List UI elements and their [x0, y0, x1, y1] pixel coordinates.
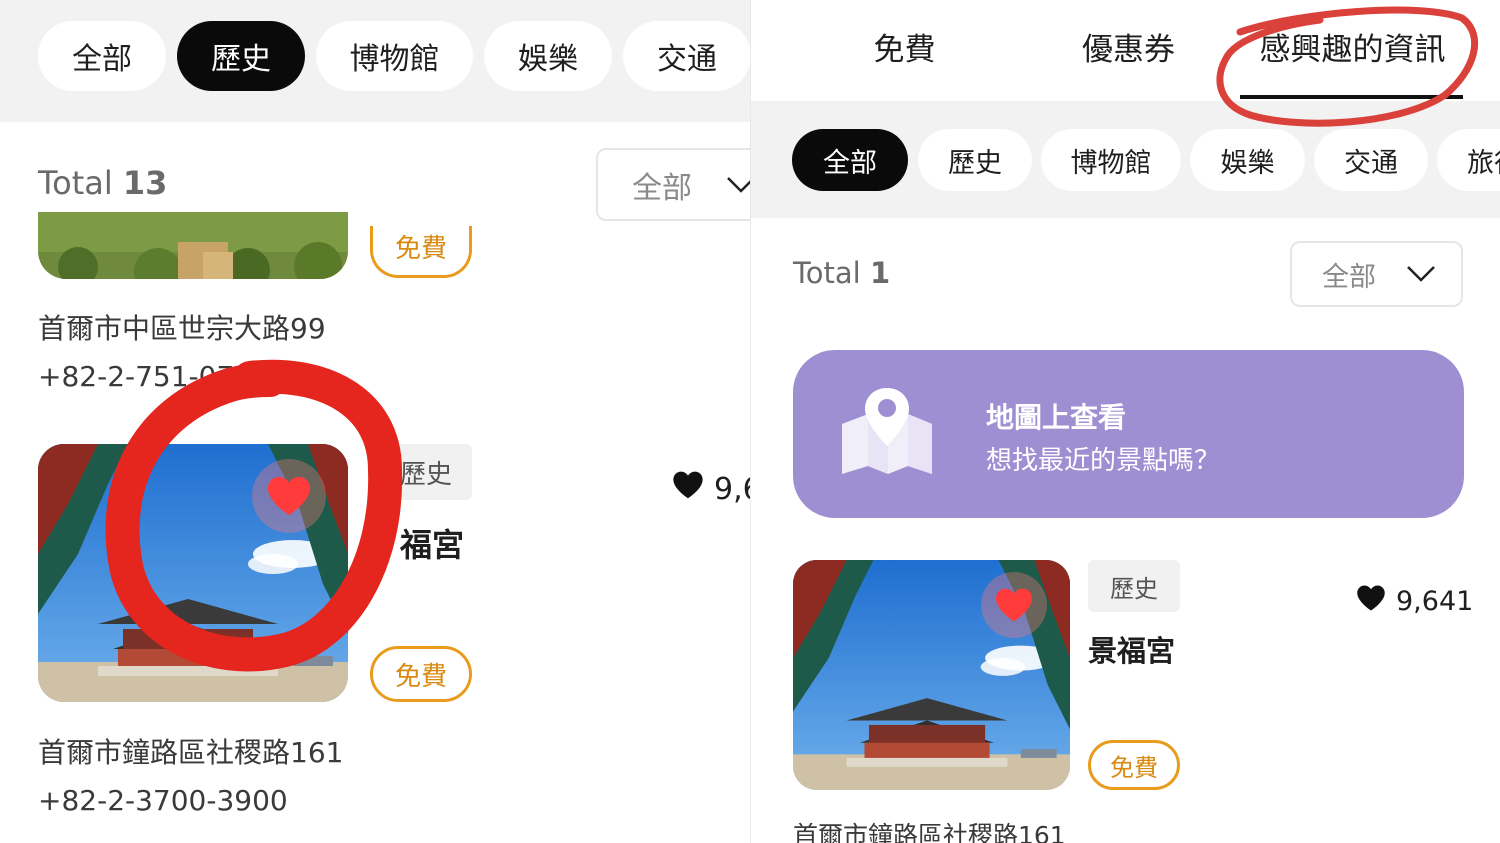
place-address: 首爾市鐘路區社稷路161: [793, 821, 1066, 843]
heart-icon: [1356, 584, 1386, 619]
map-pin-icon: [838, 384, 936, 476]
category-pill-all[interactable]: 全部: [792, 129, 908, 191]
category-bar: 全部 歷史 博物館 娛樂 交通: [0, 0, 750, 122]
place-address: 首爾市鐘路區社稷路161: [38, 736, 344, 769]
category-pill-transport[interactable]: 交通: [1314, 129, 1428, 191]
like-count[interactable]: 9,6: [672, 470, 750, 508]
category-bar: 全部 歷史 博物館 娛樂 交通 旅行: [751, 101, 1500, 218]
like-count[interactable]: 9,641: [1356, 584, 1473, 619]
category-pill-entertainment[interactable]: 娛樂: [484, 21, 612, 91]
free-tag: 免費: [1088, 740, 1180, 790]
category-pill-museum[interactable]: 博物館: [316, 21, 473, 91]
category-pill-travel[interactable]: 旅行: [1437, 129, 1500, 191]
category-pill-entertainment[interactable]: 娛樂: [1190, 129, 1305, 191]
total-count: Total 13: [38, 164, 168, 202]
heart-icon: [672, 470, 704, 508]
sort-select[interactable]: 全部: [596, 148, 750, 221]
free-tag: 免費: [370, 646, 472, 702]
right-content: 全部 歷史 博物館 娛樂 交通 旅行 Total 1 全部 地圖上查看 想找最近…: [751, 0, 1500, 843]
left-screenshot: 全部 歷史 博物館 娛樂 交通 Total 13 全部 免費 首爾市中區世宗大路…: [0, 0, 750, 843]
category-pill-history[interactable]: 歷史: [177, 21, 305, 91]
favorite-heart-icon[interactable]: [252, 459, 326, 533]
category-pill-transport[interactable]: 交通: [623, 21, 750, 91]
place-address: 首爾市中區世宗大路99: [38, 312, 326, 345]
place-name[interactable]: 福宮: [400, 520, 464, 566]
category-pill-all[interactable]: 全部: [38, 21, 166, 91]
map-banner-subtitle: 想找最近的景點嗎？: [986, 446, 1221, 476]
sort-select-value: 全部: [632, 170, 692, 206]
map-view-banner[interactable]: 地圖上查看 想找最近的景點嗎？: [793, 350, 1464, 518]
free-tag: 免費: [370, 226, 472, 278]
category-pill-history[interactable]: 歷史: [918, 129, 1032, 191]
place-phone[interactable]: +82-2-3700-3900: [38, 784, 288, 817]
map-banner-title: 地圖上查看: [986, 401, 1127, 434]
chevron-down-icon: [1406, 259, 1436, 290]
favorite-heart-icon[interactable]: [981, 572, 1047, 638]
place-phone[interactable]: +82-2-751-0734: [38, 360, 270, 393]
chevron-down-icon: [726, 167, 750, 202]
total-count: Total 1: [793, 256, 891, 290]
category-pill-museum[interactable]: 博物館: [1041, 129, 1181, 191]
category-tag: 歷史: [380, 444, 472, 500]
place-thumbnail[interactable]: [38, 212, 348, 279]
sort-select-value: 全部: [1322, 261, 1376, 293]
place-name[interactable]: 景福宮: [1088, 628, 1175, 670]
category-tag: 歷史: [1088, 560, 1180, 612]
sort-select[interactable]: 全部: [1290, 241, 1463, 307]
